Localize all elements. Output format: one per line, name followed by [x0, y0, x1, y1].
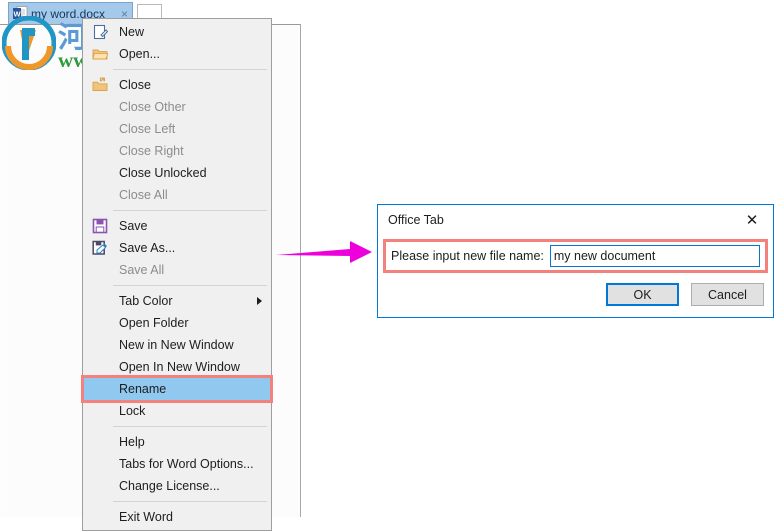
menu-item-tabs-for-word-options[interactable]: Tabs for Word Options... — [83, 453, 271, 475]
menu-item-close[interactable]: Close — [83, 74, 271, 96]
menu-item-help[interactable]: Help — [83, 431, 271, 453]
close-folder-icon — [92, 77, 108, 93]
menu-item-label: Close Other — [119, 100, 186, 114]
menu-item-open[interactable]: Open... — [83, 43, 271, 65]
menu-item-close-all: Close All — [83, 184, 271, 206]
menu-item-label: New — [119, 25, 145, 39]
menu-item-label: New in New Window — [119, 338, 234, 352]
dialog-title-bar: Office Tab ✕ — [378, 205, 773, 235]
menu-separator — [113, 210, 267, 211]
menu-item-label: Exit Word — [119, 510, 173, 524]
ok-button[interactable]: OK — [606, 283, 679, 306]
menu-item-label: Lock — [119, 404, 146, 418]
menu-separator — [113, 285, 267, 286]
menu-separator — [113, 426, 267, 427]
menu-item-close-other: Close Other — [83, 96, 271, 118]
menu-item-tab-color[interactable]: Tab Color — [83, 290, 271, 312]
menu-item-close-right: Close Right — [83, 140, 271, 162]
menu-item-save[interactable]: Save — [83, 215, 271, 237]
office-tab-rename-dialog: Office Tab ✕ Please input new file name:… — [377, 204, 774, 318]
menu-item-rename[interactable]: Rename — [81, 375, 273, 403]
menu-item-label: Open... — [119, 47, 160, 61]
new-document-icon — [92, 24, 109, 40]
chevron-right-icon — [257, 297, 262, 305]
svg-text:W: W — [13, 10, 21, 19]
menu-item-new[interactable]: New — [83, 21, 271, 43]
file-name-input[interactable] — [549, 245, 760, 267]
menu-item-label: Tab Color — [119, 294, 173, 308]
menu-item-new-in-new-window[interactable]: New in New Window — [83, 334, 271, 356]
menu-item-label: Close Right — [119, 144, 184, 158]
menu-item-change-license[interactable]: Change License... — [83, 475, 271, 497]
menu-item-lock[interactable]: Lock — [83, 400, 271, 422]
menu-item-exit-word[interactable]: Exit Word — [83, 506, 271, 528]
menu-item-label: Help — [119, 435, 145, 449]
menu-item-label: Save As... — [119, 241, 176, 255]
menu-separator — [113, 501, 267, 502]
dialog-button-row: OK Cancel — [606, 283, 764, 306]
word-document-icon: W — [13, 6, 28, 21]
menu-item-label: Rename — [119, 382, 167, 396]
menu-item-label: Tabs for Word Options... — [119, 457, 254, 471]
dialog-title: Office Tab — [388, 213, 444, 227]
menu-item-open-in-new-window[interactable]: Open In New Window — [83, 356, 271, 378]
menu-item-save-as[interactable]: Save As... — [83, 237, 271, 259]
menu-item-label: Open In New Window — [119, 360, 240, 374]
file-name-label: Please input new file name: — [391, 249, 544, 263]
annotation-arrow — [276, 236, 376, 275]
menu-separator — [113, 69, 267, 70]
highlight-box — [81, 375, 273, 403]
menu-item-save-all: Save All — [83, 259, 271, 281]
menu-item-open-folder[interactable]: Open Folder — [83, 312, 271, 334]
menu-item-label: Open Folder — [119, 316, 189, 330]
menu-item-close-left: Close Left — [83, 118, 271, 140]
close-icon[interactable]: ✕ — [737, 208, 767, 232]
cancel-button[interactable]: Cancel — [691, 283, 764, 306]
highlighted-input-region: Please input new file name: — [383, 239, 768, 273]
file-name-row: Please input new file name: — [386, 242, 765, 270]
menu-item-label: Close All — [119, 188, 168, 202]
menu-item-label: Change License... — [119, 479, 220, 493]
menu-item-label: Close Unlocked — [119, 166, 207, 180]
menu-item-label: Save All — [119, 263, 165, 277]
save-icon — [92, 218, 108, 234]
tab-context-menu: New Open... Close Close Other Close Left Clos… — [81, 18, 273, 531]
save-as-icon — [92, 240, 108, 256]
menu-item-label: Close Left — [119, 122, 176, 136]
menu-item-close-unlocked[interactable]: Close Unlocked — [83, 162, 271, 184]
menu-item-label: Save — [119, 219, 148, 233]
open-folder-icon — [92, 46, 109, 62]
menu-item-label: Close — [119, 78, 151, 92]
